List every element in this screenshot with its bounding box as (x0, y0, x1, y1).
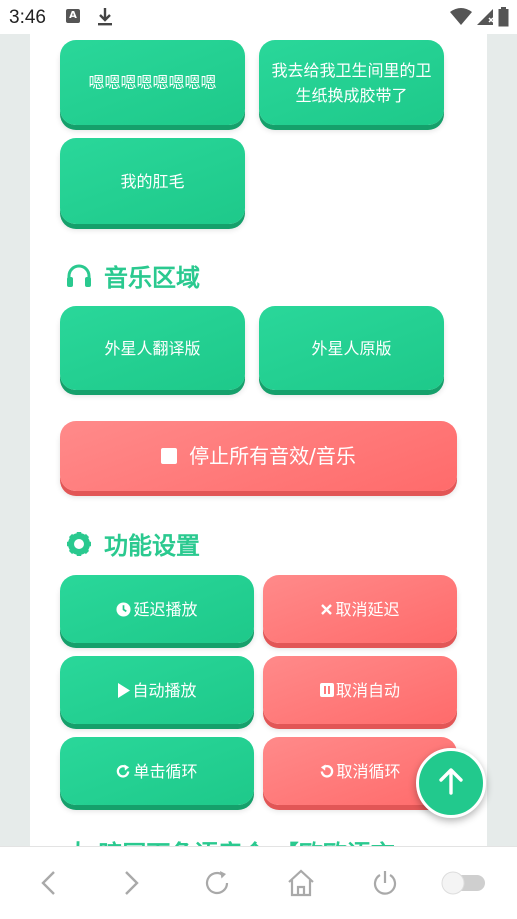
cancel-loop-label: 取消循环 (336, 761, 401, 781)
delay-play-button[interactable]: 延迟播放 (60, 575, 254, 643)
back-icon[interactable] (38, 869, 60, 901)
music-button-label: 外星人原版 (311, 338, 392, 358)
stop-all-label: 停止所有音效/音乐 (189, 443, 356, 468)
music-section-label: 音乐区域 (104, 264, 200, 292)
status-bar: 3:46 A (0, 0, 517, 34)
play-icon (117, 682, 131, 698)
toggle-switch[interactable] (439, 871, 487, 899)
browser-navbar (0, 846, 517, 919)
sound-button-label: 我去给我卫生间里的卫生纸换成胶带了 (271, 60, 432, 105)
scroll-to-top-button[interactable] (416, 748, 486, 818)
forward-icon[interactable] (120, 869, 142, 901)
auto-play-button[interactable]: 自动播放 (60, 656, 254, 724)
cancel-auto-label: 取消自动 (335, 680, 400, 700)
cancel-delay-button[interactable]: 取消延迟 (263, 575, 457, 643)
next-section-title: 大 暗网下角语音合 【欧欧语言 (66, 834, 395, 846)
single-loop-label: 单击循环 (133, 761, 198, 781)
settings-section-label: 功能设置 (104, 532, 200, 560)
stop-icon (161, 448, 178, 464)
delay-play-label: 延迟播放 (133, 599, 198, 619)
cancel-delay-label: 取消延迟 (335, 599, 400, 619)
main-content[interactable]: 嗯嗯嗯嗯嗯嗯嗯嗯 我去给我卫生间里的卫生纸换成胶带了 我的肛毛 音乐区域 外星人… (30, 34, 487, 846)
undo-icon (319, 763, 334, 779)
redo-icon (116, 763, 131, 779)
app-notification-icon: A (66, 9, 80, 23)
sound-button-label: 我的肛毛 (120, 171, 185, 191)
music-section-title: 音乐区域 (66, 258, 200, 293)
gear-icon (66, 531, 92, 557)
cancel-auto-button[interactable]: 取消自动 (263, 656, 457, 724)
sound-button-1[interactable]: 嗯嗯嗯嗯嗯嗯嗯嗯 (60, 40, 245, 125)
pause-icon (319, 683, 334, 697)
auto-play-label: 自动播放 (132, 680, 197, 700)
signal-icon (476, 8, 494, 30)
sound-button-2[interactable]: 我去给我卫生间里的卫生纸换成胶带了 (259, 40, 444, 125)
download-icon (97, 7, 113, 31)
music-button-label: 外星人翻译版 (104, 338, 201, 358)
music-button-translated[interactable]: 外星人翻译版 (60, 306, 245, 390)
single-loop-button[interactable]: 单击循环 (60, 737, 254, 805)
arrow-up-icon (438, 767, 464, 799)
headphones-icon (66, 264, 92, 288)
home-icon[interactable] (286, 869, 316, 901)
sound-button-3[interactable]: 我的肛毛 (60, 138, 245, 224)
close-icon (320, 603, 333, 616)
status-icons (450, 7, 509, 31)
refresh-icon[interactable] (203, 869, 231, 901)
sound-button-label: 嗯嗯嗯嗯嗯嗯嗯嗯 (88, 73, 217, 92)
music-button-original[interactable]: 外星人原版 (259, 306, 444, 390)
settings-section-title: 功能设置 (66, 526, 200, 561)
stop-all-button[interactable]: 停止所有音效/音乐 (60, 421, 457, 491)
clock-icon (116, 601, 132, 617)
battery-icon (498, 7, 509, 31)
status-time: 3:46 (9, 7, 46, 28)
power-icon[interactable] (371, 869, 399, 901)
wifi-icon (450, 8, 472, 30)
